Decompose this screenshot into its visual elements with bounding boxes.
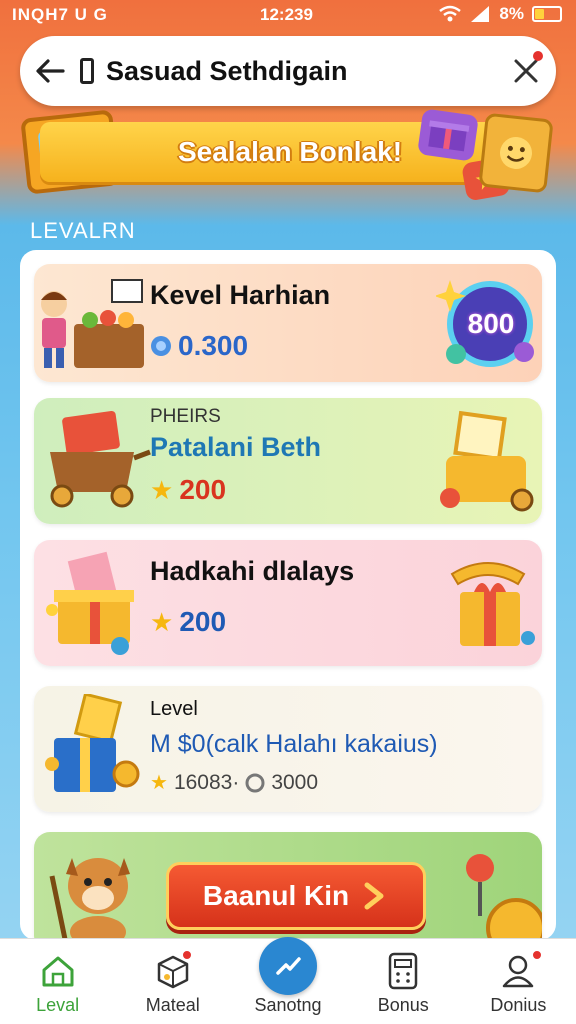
card-title: M $0(calk Halahı kakaius) bbox=[150, 730, 438, 758]
status-bar: INQH7 U G 12:239 8% bbox=[0, 0, 576, 30]
status-left-text: INQH7 U G bbox=[12, 5, 108, 24]
card-value-b: 3000 bbox=[271, 770, 319, 794]
close-button[interactable] bbox=[496, 36, 556, 106]
arrow-left-icon bbox=[36, 59, 65, 83]
gift-stack-illustration bbox=[42, 550, 152, 658]
card-value: ★ 16083· 3000 bbox=[150, 770, 318, 795]
blue-gift-icon bbox=[45, 694, 140, 792]
bottom-nav: Leval Mateal Sanotng Bonus Donius bbox=[0, 937, 576, 1024]
check-icon bbox=[259, 937, 317, 995]
coin-icon bbox=[245, 773, 265, 792]
nav-item-sanotng[interactable]: Sanotng bbox=[230, 937, 345, 1024]
present-box-illustration bbox=[438, 548, 538, 658]
card-value: ★ 200 bbox=[150, 474, 226, 506]
level-card-3[interactable]: Hadkahi dlalays ★ 200 bbox=[34, 540, 542, 666]
banner-text: Sealalan Bonlak! bbox=[177, 136, 403, 167]
card-label: PHEIRS bbox=[150, 406, 221, 427]
nav-label: Mateal bbox=[145, 995, 200, 1015]
card-value: 0.300 bbox=[150, 330, 248, 362]
nav-label: Donius bbox=[490, 995, 547, 1015]
notification-dot bbox=[530, 949, 543, 961]
close-icon bbox=[514, 59, 538, 83]
status-right: 8% bbox=[439, 4, 562, 24]
calculator-icon bbox=[383, 951, 423, 991]
battery-icon bbox=[532, 6, 562, 22]
dog-icon bbox=[49, 858, 130, 946]
phone-icon bbox=[80, 58, 94, 84]
page-title: Sasuad Sethdigain bbox=[106, 55, 348, 86]
nav-label: Sanotng bbox=[254, 995, 322, 1015]
card-value-text: 0.300 bbox=[178, 330, 249, 361]
card-value: ★ 200 bbox=[150, 606, 226, 638]
back-button[interactable] bbox=[20, 36, 80, 106]
coin-icon bbox=[151, 336, 171, 356]
level-card-1[interactable]: Kevel Harhian 0.300 800 bbox=[34, 264, 542, 382]
nav-item-donius[interactable]: Donius bbox=[461, 939, 576, 1024]
wagon-icon bbox=[50, 410, 151, 508]
star-icon: ★ bbox=[150, 474, 174, 505]
card-title: Hadkahi dlalays bbox=[150, 556, 355, 586]
arrow-right-icon bbox=[364, 882, 384, 910]
gift-icon bbox=[428, 120, 470, 152]
level-card-2[interactable]: PHEIRS Patalani Beth ★ 200 bbox=[34, 398, 542, 524]
card-value-text: 200 bbox=[179, 606, 227, 637]
home-icon bbox=[38, 951, 78, 991]
nav-item-mateal[interactable]: Mateal bbox=[115, 939, 230, 1024]
treasure-chest-decoration bbox=[478, 112, 554, 194]
level-card-4[interactable]: Level M $0(calk Halahı kakaius) ★ 16083·… bbox=[34, 686, 542, 812]
gift-coins-illustration bbox=[44, 694, 148, 804]
smile-icon bbox=[500, 137, 532, 169]
battery-text: 8% bbox=[499, 4, 524, 23]
notification-dot bbox=[533, 51, 543, 61]
card-value-a: 16083· bbox=[173, 770, 240, 794]
gold-chest-illustration bbox=[436, 408, 536, 514]
signal-icon bbox=[471, 6, 490, 22]
puppy-illustration bbox=[44, 836, 156, 946]
shopkeeper-icon bbox=[41, 279, 144, 368]
claim-button[interactable]: Baanul Kin bbox=[166, 862, 426, 930]
claim-button-label: Baanul Kin bbox=[202, 880, 350, 911]
card-value-text: 200 bbox=[179, 474, 227, 505]
present-icon bbox=[450, 562, 535, 646]
status-time: 12:239 bbox=[260, 5, 313, 24]
shop-cart-illustration bbox=[36, 270, 144, 378]
card-label: Level bbox=[150, 698, 198, 720]
card-title: Kevel Harhian bbox=[150, 280, 331, 310]
score-badge: 800 bbox=[436, 270, 540, 376]
section-label: LEVALRN bbox=[30, 218, 136, 243]
wifi-icon bbox=[439, 5, 462, 22]
nav-label: Leval bbox=[36, 995, 80, 1015]
score-badge-value: 800 bbox=[467, 308, 515, 339]
nav-label: Bonus bbox=[377, 995, 429, 1015]
lantern-illustration bbox=[446, 836, 542, 948]
star-icon: ★ bbox=[150, 606, 174, 637]
nav-item-leval[interactable]: Leval bbox=[0, 939, 115, 1024]
lantern-icon bbox=[466, 854, 542, 948]
treasure-cart-illustration bbox=[42, 408, 154, 512]
nav-item-bonus[interactable]: Bonus bbox=[346, 939, 461, 1024]
gift-box-decoration bbox=[417, 108, 479, 162]
star-icon: ★ bbox=[150, 772, 168, 794]
card-title: Patalani Beth bbox=[150, 432, 322, 462]
search-bar: Sasuad Sethdigain bbox=[20, 36, 556, 106]
chest-icon bbox=[440, 410, 534, 512]
gift-icon bbox=[46, 551, 134, 655]
